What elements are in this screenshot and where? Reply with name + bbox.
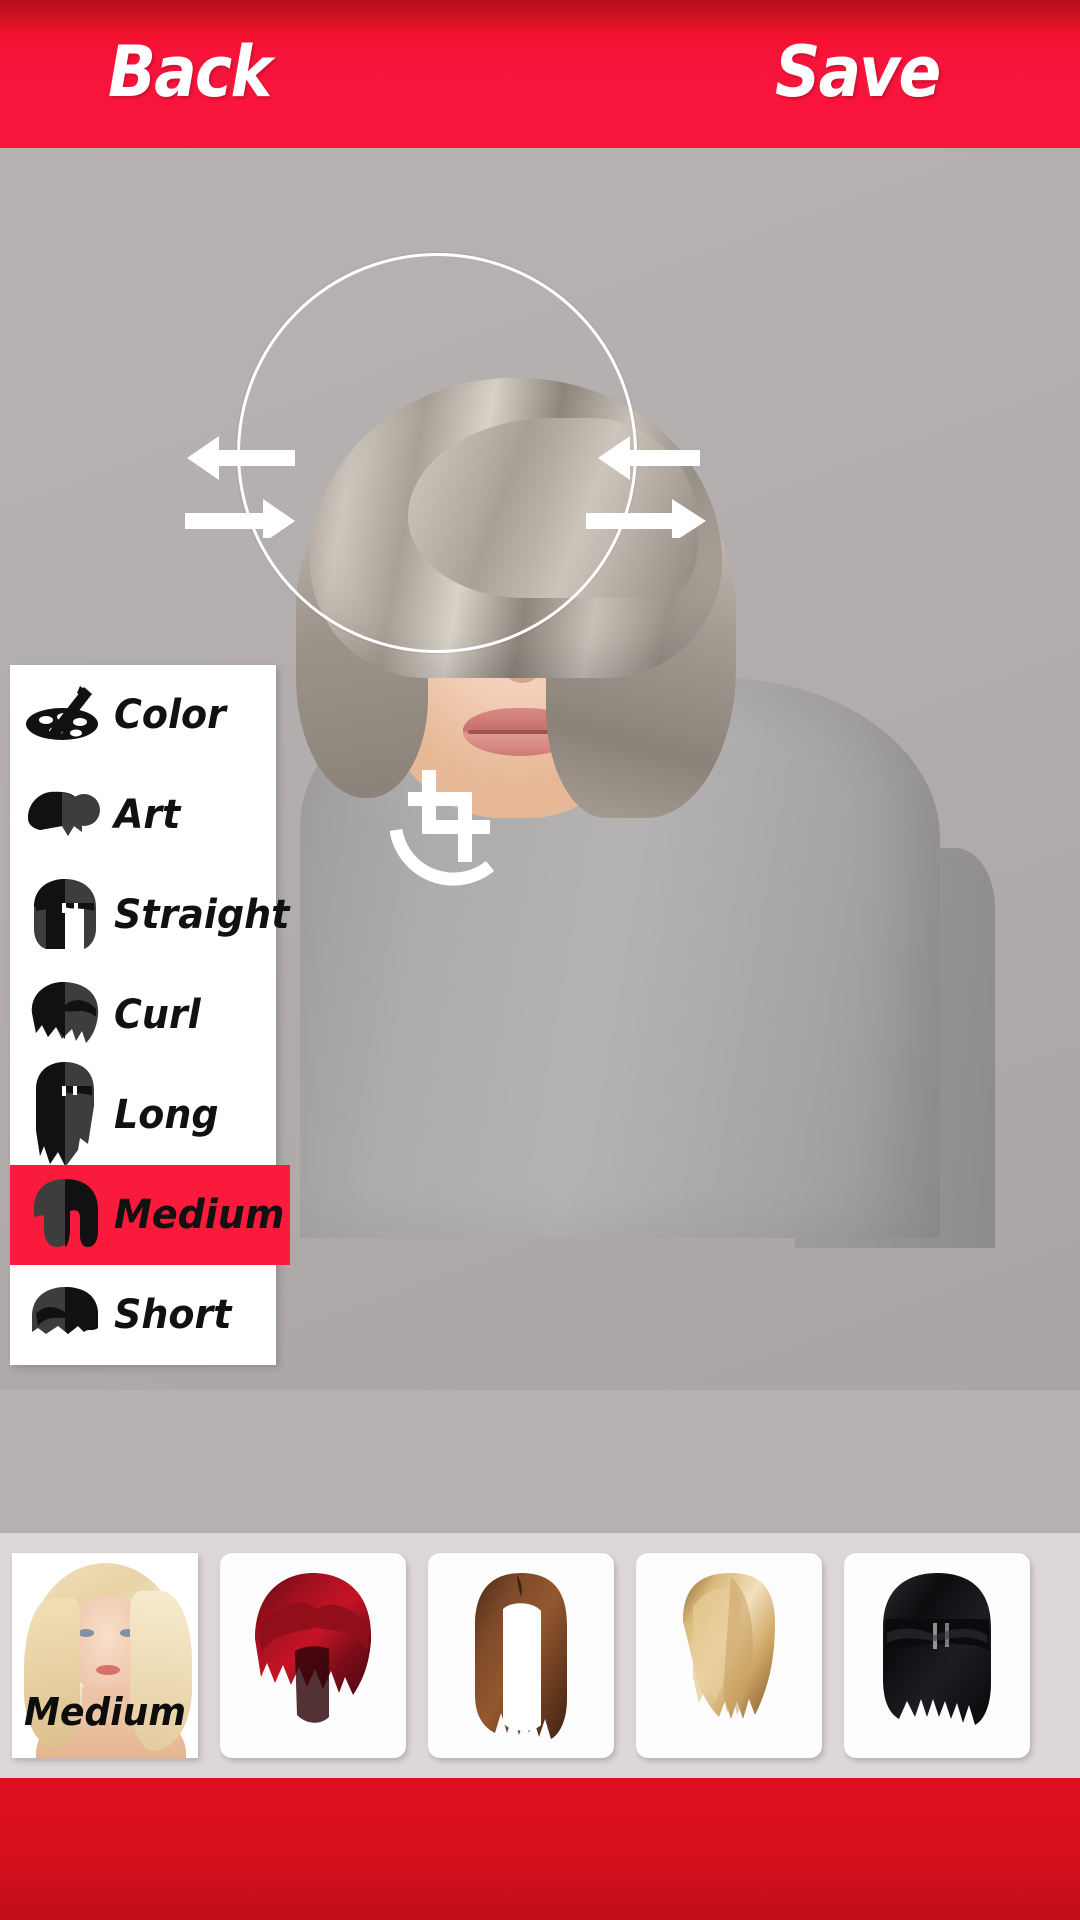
thumbnail-wig-black-blunt-bangs[interactable]	[844, 1553, 1030, 1758]
top-app-bar: Back Save	[0, 0, 1080, 148]
cover-eye-left	[78, 1629, 94, 1637]
subject-cheek-left	[372, 618, 452, 688]
thumbnail-wig-brown-long-bob[interactable]	[428, 1553, 614, 1758]
subject-eye-left	[378, 538, 456, 574]
thumbnail-category-label: Medium	[24, 1690, 186, 1734]
sidebar-item-label: Art	[114, 792, 181, 838]
hair-short-icon	[22, 1272, 108, 1358]
subject-eye-right	[512, 538, 590, 574]
thumbnail-wig-blonde-side-swept[interactable]	[636, 1553, 822, 1758]
wig-shape-icon	[683, 1573, 775, 1719]
eyelash-left	[378, 538, 456, 547]
subject-nose	[500, 588, 544, 683]
bottom-bar	[0, 1778, 1080, 1920]
wig-shape-icon	[475, 1573, 567, 1739]
sidebar-item-label: Long	[114, 1092, 219, 1138]
hair-medium-icon	[22, 1172, 108, 1258]
hair-long-icon	[22, 1062, 108, 1166]
thumbnail-wig-red-layered-bob[interactable]	[220, 1553, 406, 1758]
sidebar-item-medium[interactable]: Medium	[10, 1165, 290, 1265]
save-button[interactable]: Save	[775, 30, 941, 114]
sidebar-item-long[interactable]: Long	[10, 1062, 276, 1166]
wig-shape-icon	[255, 1573, 372, 1723]
hair-curl-icon	[22, 972, 108, 1058]
app-root: Back Save Color Art Straight Curl Long M…	[0, 0, 1080, 1920]
subject-lips	[463, 708, 578, 756]
back-button[interactable]: Back	[108, 30, 272, 114]
eyelash-right	[512, 538, 590, 547]
sidebar-item-straight[interactable]: Straight	[10, 865, 289, 965]
category-sidebar[interactable]: Color Art Straight Curl Long Medium Shor…	[10, 665, 290, 1365]
sidebar-item-label: Medium	[114, 1192, 285, 1238]
sidebar-item-art[interactable]: Art	[10, 765, 276, 865]
wig-thumbnail-strip[interactable]: Medium	[0, 1533, 1080, 1778]
sidebar-item-label: Curl	[114, 992, 201, 1038]
sidebar-item-color[interactable]: Color	[10, 665, 276, 765]
sidebar-item-label: Color	[114, 692, 226, 738]
hair-art-icon	[22, 772, 108, 858]
sidebar-item-curl[interactable]: Curl	[10, 965, 276, 1065]
palette-brush-icon	[22, 672, 108, 758]
wig-shape-icon	[883, 1573, 991, 1725]
sidebar-item-short[interactable]: Short	[10, 1265, 276, 1365]
sidebar-item-label: Short	[114, 1292, 232, 1338]
cover-lips	[96, 1665, 120, 1675]
hair-straight-icon	[22, 872, 108, 958]
thumbnail-category-cover[interactable]: Medium	[12, 1553, 198, 1758]
sidebar-item-label: Straight	[114, 892, 290, 938]
